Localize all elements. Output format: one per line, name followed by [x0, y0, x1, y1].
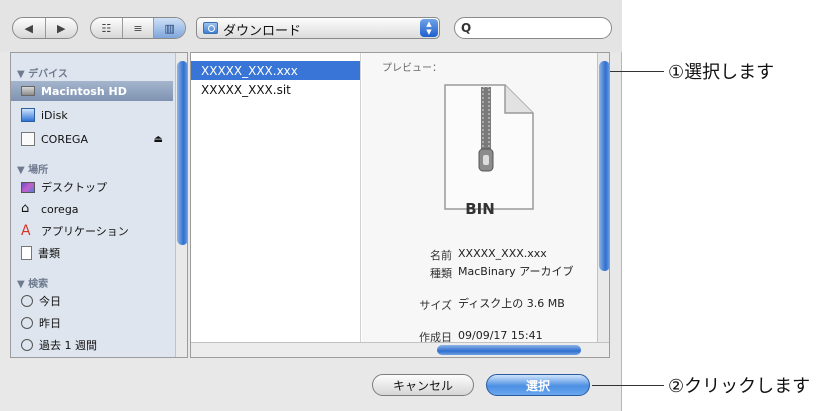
sidebar-item-macintosh-hd[interactable]: Macintosh HD	[11, 81, 173, 101]
name-key: 名前	[430, 249, 452, 262]
hard-disk-icon	[21, 86, 35, 96]
list-view-button[interactable]: ≡	[123, 18, 155, 38]
file-item-sit[interactable]: XXXXX_XXX.sit	[191, 80, 360, 99]
kind-key: 種類	[430, 267, 452, 280]
info-size-row: サイズ ディスク上の 3.6 MB	[362, 297, 598, 327]
view-mode-control: ☷ ≡ ▥	[90, 17, 186, 39]
zip-archive-icon	[444, 84, 534, 210]
sidebar-scroll-thumb[interactable]	[177, 61, 187, 245]
callout-line-1	[610, 71, 664, 72]
icon-view-button[interactable]: ☷	[91, 18, 123, 38]
size-value: ディスク上の 3.6 MB	[458, 297, 565, 310]
downloads-folder-icon	[203, 22, 218, 34]
size-key: サイズ	[419, 299, 452, 312]
drive-icon	[21, 132, 35, 146]
clock-icon	[21, 339, 33, 351]
home-icon: ⌂	[21, 201, 30, 216]
forward-button[interactable]: ▶	[46, 18, 78, 38]
name-value: XXXXX_XXX.xxx	[458, 247, 547, 260]
eject-icon[interactable]: ⏏	[154, 134, 163, 145]
callout-click: ②クリックします	[668, 376, 811, 397]
horizontal-scroll-thumb[interactable]	[437, 345, 581, 355]
documents-icon	[21, 246, 32, 260]
sidebar-item-label: デスクトップ	[41, 181, 107, 194]
sidebar-item-idisk[interactable]: iDisk	[11, 105, 173, 125]
sidebar-item-label: 過去 1 週間	[39, 339, 97, 352]
sidebar-item-today[interactable]: 今日	[11, 291, 173, 311]
preview-scroll-thumb[interactable]	[599, 61, 609, 271]
sidebar-item-yesterday[interactable]: 昨日	[11, 313, 173, 333]
preview-heading: プレビュー：	[382, 63, 442, 74]
back-forward-control: ◀ ▶	[12, 17, 78, 39]
idisk-icon	[21, 108, 35, 122]
sidebar-item-corega-home[interactable]: ⌂ corega	[11, 199, 173, 219]
sidebar-heading-places: ▼ 場所	[17, 165, 49, 176]
column-view-button[interactable]: ▥	[154, 18, 185, 38]
location-popup[interactable]: ダウンロード ▲ ▼	[196, 17, 440, 39]
desktop-icon	[21, 181, 35, 193]
file-column: XXXXX_XXX.xxx XXXXX_XXX.sit	[191, 53, 361, 343]
popup-arrows-icon: ▲ ▼	[420, 19, 438, 37]
preview-scrollbar[interactable]	[597, 53, 609, 343]
search-icon: Q	[461, 21, 472, 35]
search-field[interactable]: Q	[454, 17, 612, 39]
sidebar-item-label: corega	[41, 202, 79, 216]
sidebar-heading-devices: ▼ デバイス	[17, 69, 68, 80]
sidebar-item-corega[interactable]: COREGA ⏏	[11, 129, 173, 149]
sidebar-item-desktop[interactable]: デスクトップ	[11, 177, 173, 197]
sidebar-item-label: iDisk	[41, 108, 68, 122]
clock-icon	[21, 317, 33, 329]
sidebar-item-label: 書類	[38, 247, 60, 260]
file-kind-label: BIN	[465, 200, 495, 218]
sidebar-scrollbar[interactable]	[175, 53, 187, 357]
sidebar-item-label: 今日	[39, 295, 61, 308]
info-kind-row: 種類 MacBinary アーカイブ	[362, 265, 598, 295]
info-name-row: 名前 XXXXX_XXX.xxx	[362, 247, 598, 267]
sidebar-heading-search: ▼ 検索	[17, 279, 49, 290]
file-item-xxx[interactable]: XXXXX_XXX.xxx	[191, 61, 360, 80]
sidebar-item-applications[interactable]: A アプリケーション	[11, 221, 173, 241]
sidebar: ▼ デバイス Macintosh HD iDisk COREGA ⏏ ▼ 場所 …	[10, 52, 188, 358]
location-label: ダウンロード	[223, 24, 302, 39]
clock-icon	[21, 295, 33, 307]
callout-line-2	[592, 385, 664, 386]
applications-icon: A	[21, 223, 31, 239]
sidebar-item-past-week[interactable]: 過去 1 週間	[11, 335, 173, 355]
cancel-button[interactable]: キャンセル	[372, 374, 474, 396]
open-file-dialog: ◀ ▶ ☷ ≡ ▥ ダウンロード ▲ ▼ Q ▼ デバイス Macintosh H…	[0, 0, 622, 411]
dialog-toolbar: ◀ ▶ ☷ ≡ ▥ ダウンロード ▲ ▼ Q	[0, 0, 622, 52]
sidebar-item-label: COREGA	[41, 132, 88, 146]
sidebar-item-label: 昨日	[39, 317, 61, 330]
sidebar-item-documents[interactable]: 書類	[11, 243, 173, 263]
horizontal-scrollbar[interactable]	[191, 342, 609, 357]
callout-select: ①選択します	[668, 62, 775, 83]
preview-pane: プレビュー： BIN 名前 XXXXX_XXX.xxx 種類 MacBinary…	[362, 53, 598, 344]
created-value: 09/09/17 15:41	[458, 329, 543, 342]
column-divider	[190, 53, 191, 343]
back-button[interactable]: ◀	[13, 18, 46, 38]
choose-button[interactable]: 選択	[486, 374, 590, 396]
file-browser: XXXXX_XXX.xxx XXXXX_XXX.sit プレビュー： BIN 名…	[190, 52, 610, 358]
sidebar-item-label: アプリケーション	[41, 225, 129, 238]
kind-value: MacBinary アーカイブ	[458, 265, 574, 278]
sidebar-item-label: Macintosh HD	[41, 84, 127, 98]
